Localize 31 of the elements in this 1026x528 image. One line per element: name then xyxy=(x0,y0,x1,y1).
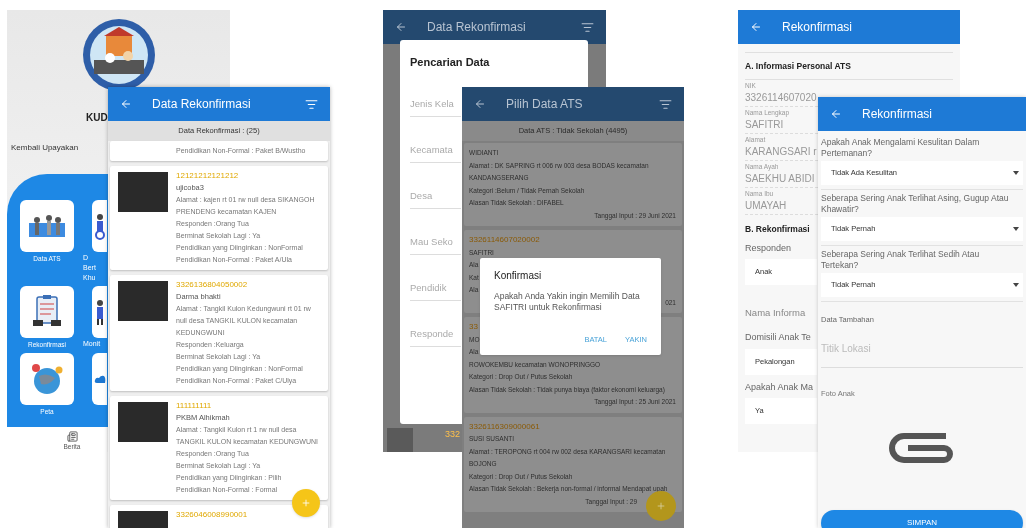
section-heading: A. Informasi Personal ATS xyxy=(745,52,953,80)
question-text: Apakah Anak Mengalami Kesulitan Dalam Pertemanan? xyxy=(821,137,981,158)
field-label: Domisili Anak Te xyxy=(745,331,811,344)
screen-title: Rekonfirmasi xyxy=(862,106,934,123)
field-label: Responden xyxy=(745,241,792,255)
record-id: 332 xyxy=(445,428,461,441)
question-text: Seberapa Sering Anak Terlihat Asing, Gugup Atau Khawatir? xyxy=(821,193,1010,214)
question-text: Seberapa Sering Anak Terlihat Sedih Atau Tertekan? xyxy=(821,249,981,270)
app-tagline: Kembali Upayakan xyxy=(11,143,79,153)
field-value: SAEKHU ABIDI xyxy=(745,171,815,186)
record-id: 3326136804050002 xyxy=(176,279,249,291)
screen-title: Data Rekonfirmasi xyxy=(427,19,527,36)
dialog-title: Pencarian Data xyxy=(410,55,491,70)
field-value: UMAYAH xyxy=(745,198,787,213)
section-heading: B. Rekonfirmasi xyxy=(745,222,810,236)
record-id: 3326116309000061 xyxy=(469,420,540,433)
dialog-title: Konfirmasi xyxy=(494,269,543,283)
dialog-message: Apakah Anda Yakin ingin Memilih Data SAFITRI untuk Rekonfirmasi xyxy=(494,291,641,313)
screen-title: Data Rekonfirmasi xyxy=(152,96,252,113)
field-label: Apakah Anak Ma xyxy=(745,380,814,394)
app-name: KUD xyxy=(86,112,108,124)
field-value: SAFITRI xyxy=(745,117,784,132)
record-id: 33 xyxy=(469,321,478,333)
record-id: 3326114607020002 xyxy=(469,234,540,246)
record-id: 12121212121212 xyxy=(176,170,240,182)
screen-title: Rekonfirmasi xyxy=(782,19,854,36)
field-value: 3326114607020 xyxy=(745,90,817,105)
record-id: 111111111 xyxy=(176,400,213,412)
field-value: KARANGSARI r xyxy=(745,144,817,159)
record-id: 3326046008990001 xyxy=(176,509,249,521)
screen-title: Pilih Data ATS xyxy=(506,96,584,113)
